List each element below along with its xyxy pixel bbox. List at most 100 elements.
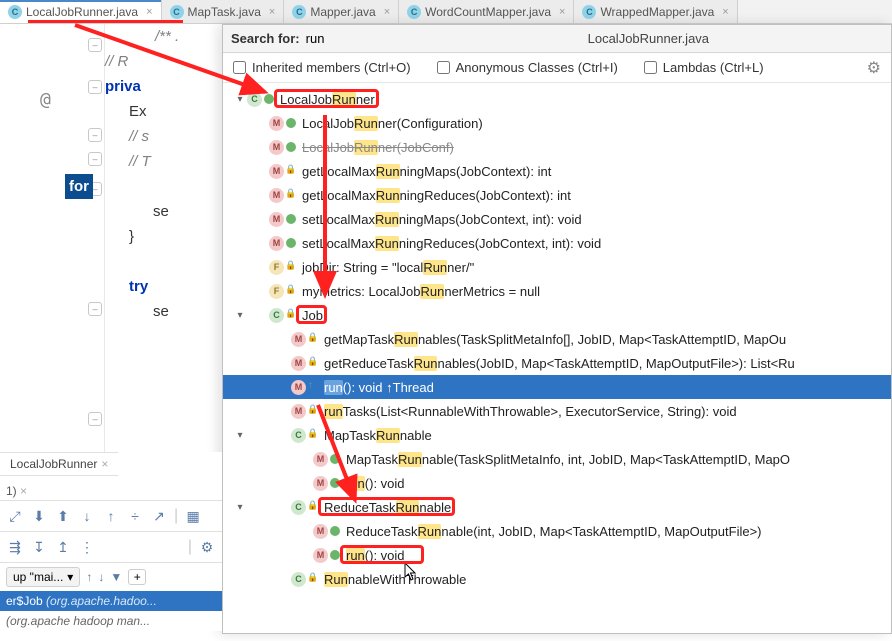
tree-item-label: myMetrics: LocalJobRunnerMetrics = null <box>302 284 540 299</box>
tree-item[interactable]: MsetLocalMaxRunningReduces(JobContext, i… <box>223 231 891 255</box>
close-icon[interactable]: × <box>269 6 275 18</box>
structure-popup: Search for: LocalJobRunner.java Inherite… <box>222 24 892 634</box>
tree-item[interactable]: ▾CLocalJobRunner <box>223 87 891 111</box>
tree-item[interactable]: MgetLocalMaxRunningMaps(JobContext): int <box>223 159 891 183</box>
collapse-up-icon[interactable]: ⬆ <box>54 507 72 525</box>
private-icon <box>308 358 318 368</box>
public-icon <box>286 238 296 248</box>
popup-header: Search for: LocalJobRunner.java <box>223 25 891 53</box>
collapse-down-icon[interactable]: ⬇ <box>30 507 48 525</box>
tree-item[interactable]: MLocalJobRunner(Configuration) <box>223 111 891 135</box>
tab-mapper[interactable]: CMapper.java× <box>284 0 399 23</box>
public-icon <box>286 142 296 152</box>
code-editor[interactable]: /** . // R priva Ex // s // T for se } t… <box>105 24 225 324</box>
close-icon[interactable]: × <box>384 6 390 18</box>
tree-item[interactable]: MMapTaskRunnable(TaskSplitMetaInfo, int,… <box>223 447 891 471</box>
group-selector[interactable]: up "mai... ▾ ↑↓▼ + <box>0 563 222 591</box>
tree-item[interactable]: MReduceTaskRunnable(int, JobID, Map<Task… <box>223 519 891 543</box>
method-icon: M <box>291 404 306 419</box>
gear-icon[interactable]: ⚙ <box>867 58 881 78</box>
method-icon: M <box>313 548 328 563</box>
tree-item-label: run(): void <box>346 476 405 491</box>
public-icon <box>286 214 296 224</box>
tab-wrappedmapper[interactable]: CWrappedMapper.java× <box>574 0 737 23</box>
filter-inherited[interactable]: Inherited members (Ctrl+O) <box>233 60 411 75</box>
tab-localjobrunner[interactable]: CLocalJobRunner.java× <box>0 0 162 23</box>
tree-item[interactable]: Mrun(): void ↑Thread <box>223 375 891 399</box>
class-icon: C <box>291 428 306 443</box>
tree-item-label: runTasks(List<RunnableWithThrowable>, Ex… <box>324 404 737 419</box>
field-icon: F <box>269 284 284 299</box>
nav-up-icon[interactable]: ↑ <box>102 507 120 525</box>
structure-tree[interactable]: ▾CLocalJobRunnerMLocalJobRunner(Configur… <box>223 83 891 595</box>
tab-maptask[interactable]: CMapTask.java× <box>162 0 285 23</box>
class-icon: C <box>247 92 262 107</box>
layout-icon[interactable]: ▦ <box>184 507 202 525</box>
tree-item[interactable]: MgetReduceTaskRunnables(JobID, Map<TaskA… <box>223 351 891 375</box>
tree-item[interactable]: MrunTasks(List<RunnableWithThrowable>, E… <box>223 399 891 423</box>
tree-icon[interactable]: ⇶ <box>6 538 24 556</box>
tab-wordcountmapper[interactable]: CWordCountMapper.java× <box>399 0 574 23</box>
tree-item[interactable]: ▾ C ReduceTaskRunnable <box>223 495 891 519</box>
fold-handle[interactable]: – <box>88 152 102 166</box>
tree-item[interactable]: ▾CMapTaskRunnable <box>223 423 891 447</box>
private-icon <box>308 406 318 416</box>
chevron-down-icon[interactable]: ▾ <box>233 310 247 321</box>
method-icon: M <box>291 332 306 347</box>
close-icon[interactable]: × <box>722 6 728 18</box>
arrow-icon[interactable]: ↗ <box>150 507 168 525</box>
search-input[interactable] <box>306 31 446 46</box>
private-icon <box>308 334 318 344</box>
public-icon <box>330 478 340 488</box>
expand-all-icon[interactable]: ⤢ <box>6 507 24 525</box>
tree-item[interactable]: ▾CJob <box>223 303 891 327</box>
usage-item[interactable]: er$Job (org.apache.hadoo... <box>0 591 222 611</box>
fold-handle[interactable]: – <box>88 80 102 94</box>
bottom-toolbar: ⤢ ⬇ ⬆ ↓ ↑ ÷ ↗ | ▦ <box>0 500 222 532</box>
tree-item[interactable]: Mrun(): void <box>223 471 891 495</box>
tree-item[interactable]: MLocalJobRunner(JobConf) <box>223 135 891 159</box>
bottom-tab[interactable]: LocalJobRunner× <box>0 452 118 476</box>
private-icon <box>286 166 296 176</box>
private-icon <box>308 502 318 512</box>
tree-item-label: Job <box>302 308 323 323</box>
bottom-toolbar-2: ⇶ ↧↥⋮ | ⚙ <box>0 532 222 563</box>
settings-icon[interactable]: ⚙ <box>198 538 216 556</box>
method-icon: M <box>269 236 284 251</box>
usage-item-2[interactable]: (org.apache hadoop man... <box>0 611 222 631</box>
chevron-down-icon[interactable]: ▾ <box>233 502 247 513</box>
chevron-down-icon[interactable]: ▾ <box>233 430 247 441</box>
fold-handle[interactable]: – <box>88 128 102 142</box>
tree-item[interactable]: CRunnableWithThrowable <box>223 567 891 591</box>
filter-lambdas[interactable]: Lambdas (Ctrl+L) <box>644 60 764 75</box>
fold-handle[interactable]: – <box>88 412 102 426</box>
bottom-subtab[interactable]: 1) × <box>0 482 222 500</box>
editor-gutter: @ – – – – – – – <box>0 24 105 454</box>
private-icon <box>286 286 296 296</box>
filter-icon: ▼ <box>110 570 122 584</box>
override-icon <box>308 382 318 392</box>
method-icon: M <box>313 476 328 491</box>
tree-item[interactable]: MgetLocalMaxRunningReduces(JobContext): … <box>223 183 891 207</box>
nav-down-icon[interactable]: ↓ <box>78 507 96 525</box>
chevron-down-icon[interactable]: ▾ <box>233 94 247 105</box>
filter-anon[interactable]: Anonymous Classes (Ctrl+I) <box>437 60 618 75</box>
tree-item[interactable]: FjobDir: String = "localRunner/" <box>223 255 891 279</box>
tree-item-label: ReduceTaskRunnable <box>324 500 451 515</box>
method-icon: M <box>269 116 284 131</box>
search-label: Search for: <box>223 31 306 46</box>
class-icon: C <box>291 500 306 515</box>
method-icon: M <box>313 452 328 467</box>
close-icon[interactable]: × <box>559 6 565 18</box>
divide-icon[interactable]: ÷ <box>126 507 144 525</box>
tree-item[interactable]: MsetLocalMaxRunningMaps(JobContext, int)… <box>223 207 891 231</box>
editor-tabs: CLocalJobRunner.java× CMapTask.java× CMa… <box>0 0 892 24</box>
tree-item[interactable]: FmyMetrics: LocalJobRunnerMetrics = null <box>223 279 891 303</box>
tree-item-label: jobDir: String = "localRunner/" <box>302 260 474 275</box>
tree-item[interactable]: Mrun(): void <box>223 543 891 567</box>
tree-item[interactable]: MgetMapTaskRunnables(TaskSplitMetaInfo[]… <box>223 327 891 351</box>
fold-handle[interactable]: – <box>88 38 102 52</box>
popup-title: LocalJobRunner.java <box>446 31 851 46</box>
close-icon[interactable]: × <box>146 6 152 18</box>
fold-handle[interactable]: – <box>88 302 102 316</box>
